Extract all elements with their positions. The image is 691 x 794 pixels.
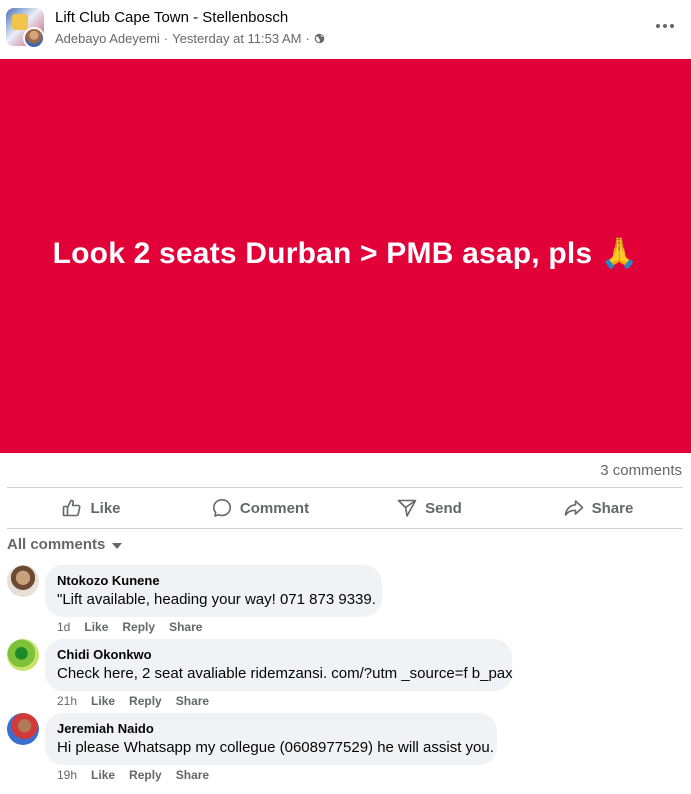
send-icon (397, 499, 417, 517)
commenter-name[interactable]: Chidi Okonkwo (57, 647, 500, 662)
commenter-name[interactable]: Jeremiah Naido (57, 721, 485, 736)
like-label: Like (90, 499, 121, 517)
action-bar: Like Comment Send Share (7, 488, 683, 528)
commenter-name[interactable]: Ntokozo Kunene (57, 573, 370, 588)
chevron-down-icon (112, 542, 123, 549)
comment-filter[interactable]: All comments (7, 536, 123, 553)
like-button[interactable]: Like (7, 488, 176, 528)
comment-reply-button[interactable]: Reply (129, 694, 162, 708)
group-name[interactable]: Lift Club Cape Town - Stellenbosch (55, 9, 288, 26)
share-button[interactable]: Share (514, 488, 683, 528)
banner-text: Look 2 seats Durban > PMB asap, pls 🙏 (52, 236, 639, 270)
divider-bottom (7, 528, 683, 529)
comment-text: Hi please Whatsapp my collegue (06089775… (57, 739, 494, 756)
comment-bubble: Chidi Okonkwo Check here, 2 seat avaliab… (45, 639, 513, 691)
comment-filter-label: All comments (7, 536, 106, 553)
post-header: Lift Club Cape Town - Stellenbosch Adeba… (0, 0, 691, 58)
comment-reply-button[interactable]: Reply (122, 620, 155, 634)
send-label: Send (425, 499, 462, 517)
send-button[interactable]: Send (345, 488, 514, 528)
author-name[interactable]: Adebayo Adeyemi (55, 31, 160, 46)
comment-text: "Lift available, heading your way! 071 8… (57, 591, 376, 608)
commenter-avatar[interactable] (7, 713, 39, 745)
comment-bubble: Jeremiah Naido Hi please Whatsapp my col… (45, 713, 497, 765)
globe-icon (314, 33, 325, 44)
comment-bubble: Ntokozo Kunene "Lift available, heading … (45, 565, 382, 617)
comment-actions: 1d Like Reply Share (57, 620, 216, 634)
comment-like-button[interactable]: Like (91, 694, 115, 708)
post-timestamp[interactable]: Yesterday at 11:53 AM (172, 31, 301, 46)
comment-share-button[interactable]: Share (169, 620, 202, 634)
meta-separator: · (163, 31, 169, 46)
comment-label: Comment (239, 499, 310, 517)
comment-button[interactable]: Comment (176, 488, 345, 528)
post-meta: Adebayo Adeyemi · Yesterday at 11:53 AM … (55, 31, 325, 46)
share-label: Share (591, 499, 634, 517)
comment-actions: 21h Like Reply Share (57, 694, 223, 708)
commenter-avatar[interactable] (7, 565, 39, 597)
commenter-avatar[interactable] (7, 639, 39, 671)
more-options-icon[interactable] (653, 14, 677, 38)
comment-like-button[interactable]: Like (84, 620, 108, 634)
comment-icon (212, 499, 231, 517)
comment-text: Check here, 2 seat avaliable ridemzansi.… (57, 665, 513, 682)
comment-count[interactable]: 3 comments (600, 462, 682, 479)
comment-reply-button[interactable]: Reply (129, 768, 162, 782)
meta-separator-2: · (305, 31, 310, 46)
comment-time[interactable]: 19h (57, 768, 77, 782)
author-avatar[interactable] (23, 27, 45, 49)
comment-share-button[interactable]: Share (176, 768, 209, 782)
comment-share-button[interactable]: Share (176, 694, 209, 708)
comment-time[interactable]: 1d (57, 620, 70, 634)
comment-actions: 19h Like Reply Share (57, 768, 223, 782)
post-banner: Look 2 seats Durban > PMB asap, pls 🙏 (0, 59, 691, 453)
comment-time[interactable]: 21h (57, 694, 77, 708)
share-icon (564, 500, 583, 516)
thumbs-up-icon (63, 499, 81, 517)
comment-like-button[interactable]: Like (91, 768, 115, 782)
